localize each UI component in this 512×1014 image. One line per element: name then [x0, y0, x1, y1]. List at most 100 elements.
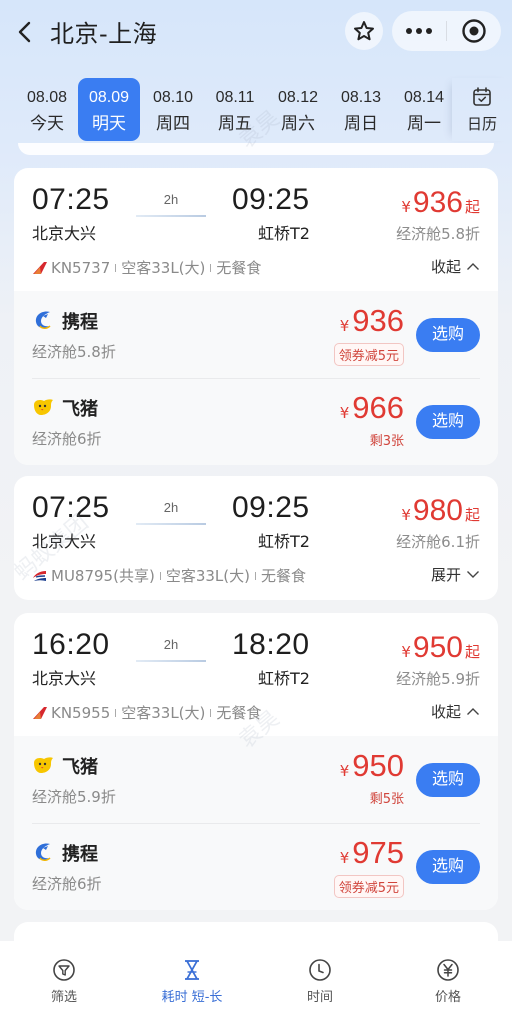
tab-filter[interactable]: 筛选	[0, 941, 128, 1014]
fliggy-logo	[34, 757, 53, 773]
yen-icon	[437, 959, 459, 981]
separator	[115, 263, 117, 272]
flight-summary[interactable]: 07:25 北京大兴 2h 09:25 虹桥T2 ¥980 起 经济舱6.1折 M…	[14, 476, 498, 599]
weekday-label: 明天	[92, 114, 126, 134]
weekday-label: 周六	[281, 114, 315, 134]
meal-info: 无餐食	[260, 567, 306, 585]
duration-line	[136, 215, 206, 217]
flight-summary[interactable]: 16:20 北京大兴 2h 18:20 虹桥T2 ¥950 起 经济舱5.9折 K…	[14, 613, 498, 736]
tab-duration-sort[interactable]: 耗时 短-长	[128, 941, 256, 1014]
from-suffix: 起	[464, 643, 480, 661]
cabin-discount: 经济舱5.9折	[396, 670, 480, 688]
china-united-airlines-logo	[33, 261, 47, 274]
hourglass-icon	[185, 960, 199, 980]
separator	[115, 708, 117, 717]
arrival-airport: 虹桥T2	[258, 669, 310, 688]
separator	[254, 571, 256, 580]
aircraft-type: 空客33L(大)	[165, 567, 250, 585]
meal-info: 无餐食	[216, 704, 262, 722]
close-mini-program-button[interactable]	[447, 11, 501, 51]
vendor-list: 飞猪 经济舱5.9折 ¥950 剩5张 选购 携程 经济舱6折 ¥975 领券减…	[14, 736, 498, 910]
page-title: 北京-上海	[50, 20, 158, 48]
flight-duration: 2h	[163, 637, 179, 652]
vendor-row[interactable]: 携程 经济舱6折 ¥975 领券减5元 选购	[14, 823, 498, 910]
weekday-label: 今天	[30, 114, 64, 134]
mini-program-capsule	[392, 11, 501, 51]
date-tab[interactable]: 08.12 周六	[267, 78, 329, 141]
vendor-discount: 经济舱5.8折	[32, 343, 116, 361]
coupon-badge[interactable]: 领券减5元	[333, 875, 404, 898]
flight-info: MU8795(共享) 空客33L(大) 无餐食	[32, 565, 306, 586]
price-value: 966	[352, 390, 404, 425]
price-value: 975	[352, 835, 404, 870]
vendor-row[interactable]: 携程 经济舱5.8折 ¥936 领券减5元 选购	[14, 291, 498, 378]
date-label: 08.08	[26, 89, 68, 106]
departure-time: 07:25	[32, 491, 110, 524]
chevron-up-icon	[467, 708, 479, 715]
date-tab[interactable]: 08.11 周五	[204, 78, 266, 141]
date-selector: 08.08 今天 08.09 明天 08.10 周四 08.11 周五 08.12 周六 …	[0, 78, 512, 142]
currency-symbol: ¥	[401, 643, 411, 661]
date-tab[interactable]: 08.13 周日	[330, 78, 392, 141]
vendor-price: ¥975	[340, 835, 404, 871]
date-tab-selected[interactable]: 08.09 明天	[78, 78, 140, 141]
flight-card[interactable]: 07:25 北京大兴 2h 09:25 虹桥T2 ¥980 起 经济舱6.1折 M…	[14, 476, 498, 600]
collapse-toggle[interactable]: 收起	[431, 256, 480, 277]
star-icon	[354, 21, 374, 41]
vendor-discount: 经济舱6折	[32, 875, 102, 893]
date-label: 08.11	[215, 89, 255, 106]
flight-number: KN5737	[51, 258, 111, 277]
expand-toggle[interactable]: 展开	[431, 564, 480, 585]
vendor-row[interactable]: 飞猪 经济舱5.9折 ¥950 剩5张 选购	[14, 736, 498, 823]
departure-airport: 北京大兴	[32, 224, 97, 243]
currency-symbol: ¥	[339, 317, 350, 335]
fliggy-logo	[34, 399, 53, 415]
favorite-button[interactable]	[345, 12, 383, 50]
flight-card[interactable]: 07:25 北京大兴 2h 09:25 虹桥T2 ¥936 起 经济舱5.8折 K…	[14, 168, 498, 465]
date-tab[interactable]: 08.10 周四	[142, 78, 204, 141]
toggle-label: 收起	[430, 258, 461, 276]
meal-info: 无餐食	[216, 259, 262, 277]
collapse-toggle[interactable]: 收起	[431, 701, 480, 722]
separator	[210, 708, 212, 717]
calendar-check-icon	[473, 87, 491, 106]
weekday-label: 周五	[218, 114, 252, 134]
more-button[interactable]	[392, 11, 446, 51]
tab-time-sort[interactable]: 时间	[256, 941, 384, 1014]
buy-button[interactable]: 选购	[416, 405, 480, 439]
toggle-label: 收起	[430, 703, 461, 721]
vendor-name: 携程	[62, 844, 98, 865]
arrival-airport: 虹桥T2	[258, 532, 310, 551]
date-tab[interactable]: 08.08 今天	[16, 78, 78, 141]
buy-button[interactable]: 选购	[416, 318, 480, 352]
date-label: 08.14	[403, 89, 445, 106]
seats-left: 剩5张	[369, 792, 404, 807]
vendor-price: ¥966	[340, 390, 404, 426]
currency-symbol: ¥	[401, 506, 411, 524]
vendor-row[interactable]: 飞猪 经济舱6折 ¥966 剩3张 选购	[14, 378, 498, 465]
separator	[159, 571, 161, 580]
flight-card[interactable]: 16:20 北京大兴 2h 18:20 虹桥T2 ¥950 起 经济舱5.9折 K…	[14, 613, 498, 910]
buy-button[interactable]: 选购	[416, 763, 480, 797]
buy-button[interactable]: 选购	[416, 850, 480, 884]
vendor-discount: 经济舱5.9折	[32, 788, 116, 806]
seats-left: 剩3张	[369, 434, 404, 449]
price-value: 936	[412, 186, 463, 219]
sort-filter-bar: 筛选 耗时 短-长 时间 价格	[0, 941, 512, 1014]
weekday-label: 周一	[407, 114, 441, 134]
coupon-badge[interactable]: 领券减5元	[333, 343, 404, 366]
target-circle-icon	[462, 19, 486, 43]
departure-airport: 北京大兴	[32, 669, 97, 688]
ctrip-dolphin-logo	[35, 843, 51, 861]
nav-header: 北京-上海	[0, 0, 512, 64]
tab-price-sort[interactable]: 价格	[384, 941, 512, 1014]
toggle-label: 展开	[430, 566, 461, 584]
calendar-button[interactable]: 日历	[452, 78, 512, 141]
flight-summary[interactable]: 07:25 北京大兴 2h 09:25 虹桥T2 ¥936 起 经济舱5.8折 K…	[14, 168, 498, 291]
vendor-discount: 经济舱6折	[32, 430, 102, 448]
weekday-label: 周四	[156, 114, 190, 134]
date-tab[interactable]: 08.14 周一	[393, 78, 455, 141]
back-button[interactable]	[14, 18, 36, 46]
vendor-list: 携程 经济舱5.8折 ¥936 领券减5元 选购 飞猪 经济舱6折 ¥966 剩…	[14, 291, 498, 465]
arrival-airport: 虹桥T2	[258, 224, 310, 243]
